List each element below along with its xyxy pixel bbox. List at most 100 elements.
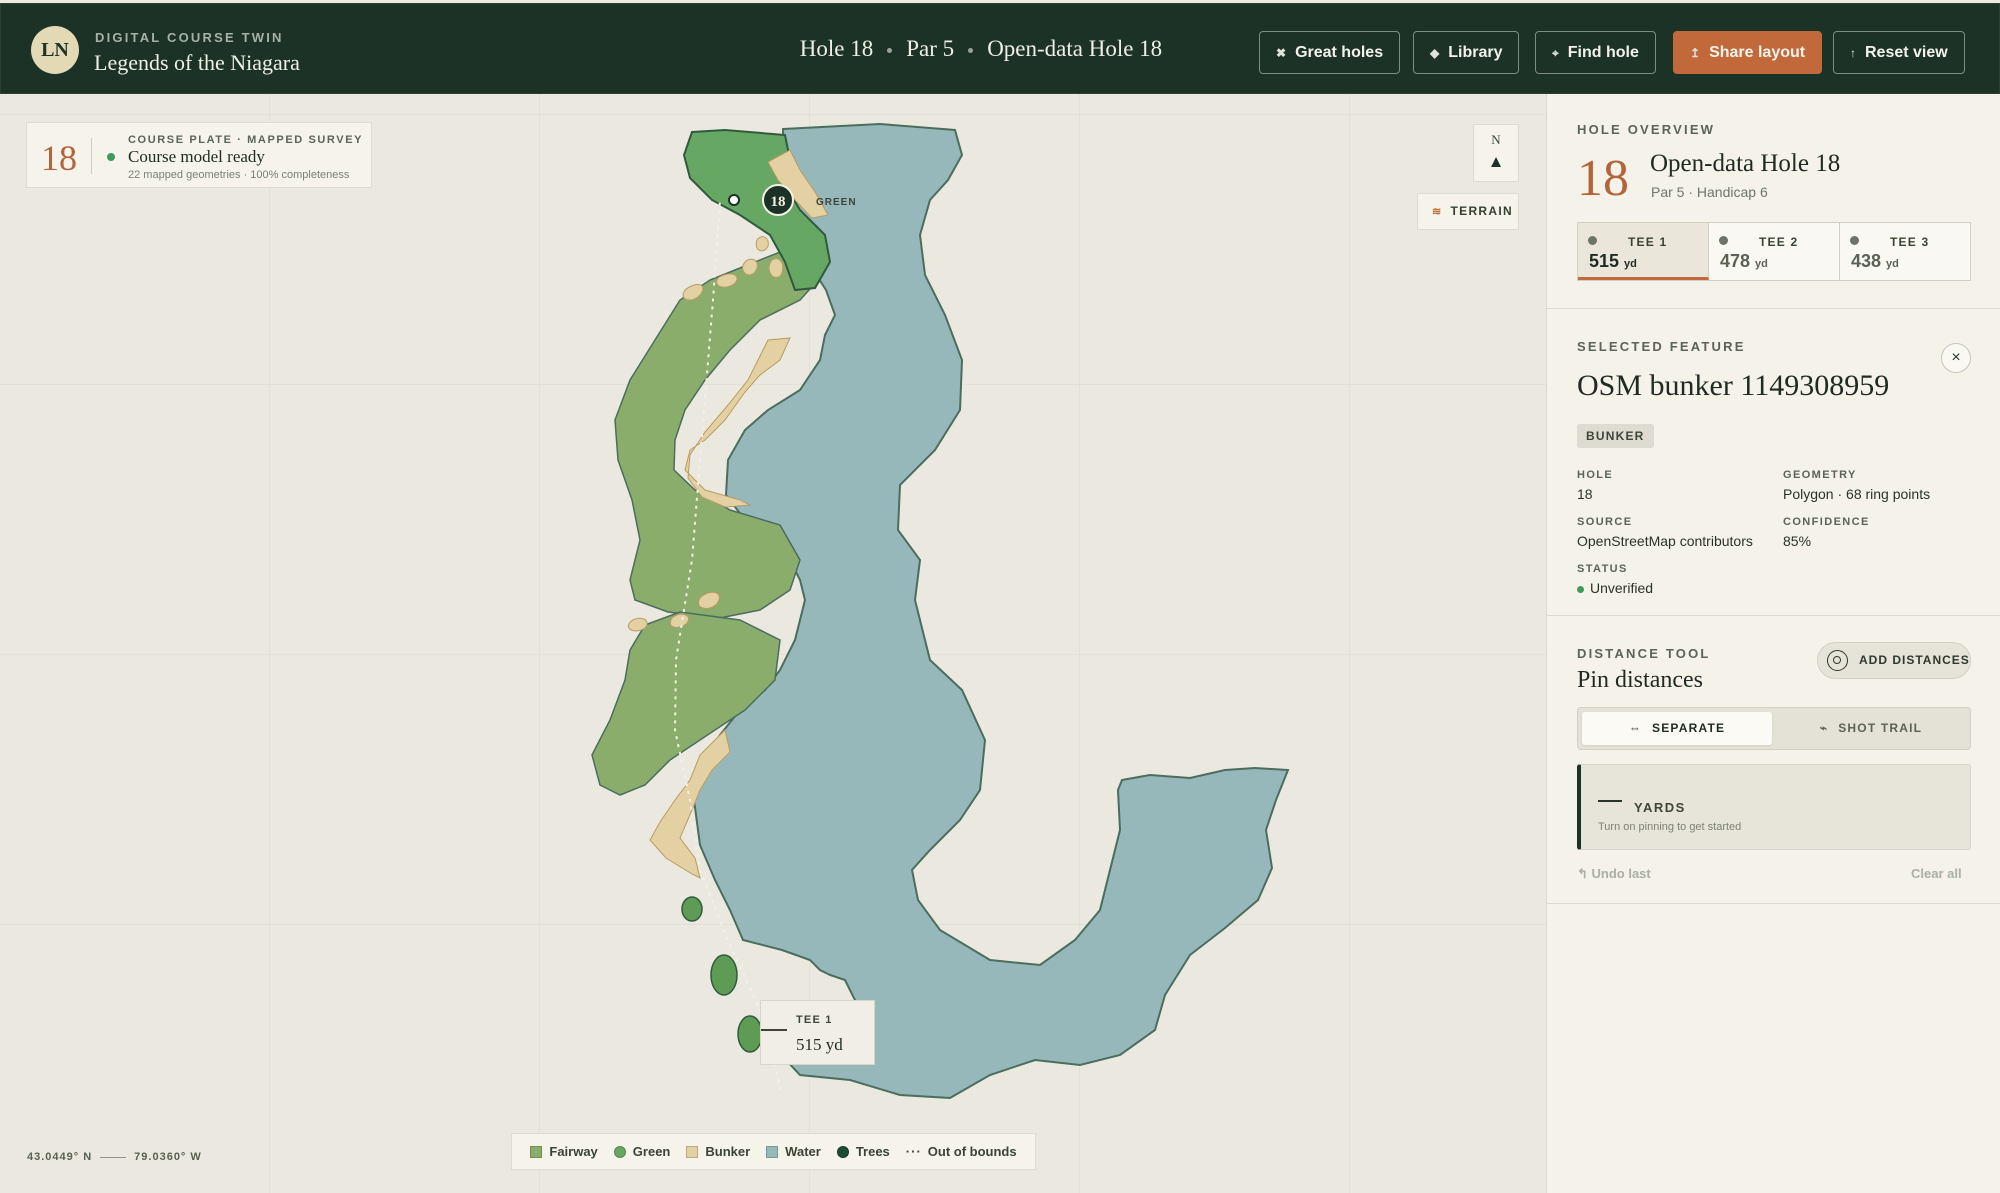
par-label: Par 5 [906, 36, 955, 61]
selected-feature-section: SELECTED FEATURE × OSM bunker 1149308959… [1547, 309, 2000, 616]
share-icon: ↥ [1690, 46, 1701, 60]
status-value: Unverified [1590, 580, 1654, 596]
distance-tool-eyebrow: DISTANCE TOOL [1577, 646, 1711, 661]
overview-hole-sub: Par 5 · Handicap 6 [1651, 184, 1768, 200]
tee-callout[interactable]: TEE 1 515 yd [760, 1000, 875, 1065]
bunker[interactable] [628, 617, 648, 632]
plate-status: Course model ready [128, 147, 265, 166]
feature-geometry-field: GEOMETRY Polygon · 68 ring points [1783, 469, 1930, 502]
legend-item-water: Water [766, 1144, 821, 1159]
terrain-toggle-button[interactable]: ≋ TERRAIN [1417, 193, 1519, 230]
yards-label: YARDS [1634, 800, 1686, 815]
tee-option-1[interactable]: TEE 1 515 yd [1578, 223, 1709, 280]
plate-divider [91, 138, 92, 174]
north-label: N [1491, 132, 1501, 147]
terrain-icon: ≋ [1432, 206, 1443, 218]
feature-confidence-field: CONFIDENCE 85% [1783, 516, 1870, 549]
feature-type-badge: BUNKER [1577, 424, 1654, 448]
longitude: 79.0360° W [134, 1151, 202, 1163]
mode-shot-trail[interactable]: ⌁ SHOT TRAIL [1776, 712, 1966, 745]
bunker[interactable] [755, 236, 769, 252]
bunker-swatch [686, 1145, 699, 1158]
add-distances-label: ADD DISTANCES [1859, 653, 1970, 667]
tee-yardage: 515 yd [1589, 251, 1637, 271]
hole-name-label: Open-data Hole 18 [987, 36, 1163, 61]
clear-all-button[interactable]: Clear all [1911, 866, 1962, 881]
arrow-up-icon: ↑ [1850, 46, 1856, 60]
tee-option-2[interactable]: TEE 2 478 yd [1709, 223, 1840, 280]
field-value: OpenStreetMap contributors [1577, 533, 1753, 549]
reset-view-button[interactable]: ↑ Reset view [1833, 31, 1965, 74]
tee-marker-icon [1850, 236, 1859, 245]
field-value: Unverified [1577, 580, 1653, 596]
terrain-label: TERRAIN [1450, 204, 1513, 218]
share-layout-button[interactable]: ↥ Share layout [1673, 31, 1823, 74]
tee-marker-icon [1719, 236, 1728, 245]
tee-yardage: 438 yd [1851, 251, 1899, 271]
green-swatch [613, 1145, 626, 1158]
hole-overview-eyebrow: HOLE OVERVIEW [1577, 122, 1716, 137]
plate-eyebrow: COURSE PLATE · MAPPED SURVEY [128, 134, 364, 146]
legend-label: Green [632, 1144, 671, 1159]
add-distances-button[interactable]: ADD DISTANCES [1817, 642, 1971, 679]
yards-hint: Turn on pinning to get started [1598, 821, 1742, 833]
feature-title: OSM bunker 1149308959 [1577, 369, 1890, 402]
tee-callout-value: 515 yd [796, 1035, 843, 1054]
bunker[interactable] [768, 258, 784, 278]
hole-overview-section: HOLE OVERVIEW 18 Open-data Hole 18 Par 5… [1547, 94, 2000, 309]
ready-status-dot [107, 153, 115, 161]
trees-swatch [836, 1145, 849, 1158]
tee-name: TEE 2 [1759, 235, 1799, 249]
map-coordinates: 43.0449° N 79.0360° W [27, 1151, 202, 1163]
yards-empty-dash [1598, 800, 1622, 802]
field-label: GEOMETRY [1783, 469, 1857, 481]
field-value: 18 [1577, 486, 1593, 502]
green-label: GREEN [816, 197, 857, 208]
undo-last-button[interactable]: ↰ Undo last [1577, 866, 1651, 882]
separator-dot [887, 48, 893, 54]
north-indicator[interactable]: N ▲ [1473, 124, 1519, 182]
tee-name: TEE 3 [1890, 235, 1930, 249]
great-holes-button[interactable]: ✖ Great holes [1259, 31, 1401, 74]
tee-name: TEE 1 [1628, 235, 1668, 249]
mode-separate[interactable]: ⇔ SEPARATE [1582, 712, 1772, 745]
great-holes-label: Great holes [1295, 44, 1384, 61]
tree-cluster[interactable] [710, 954, 738, 996]
course-map[interactable]: 18 GREEN 18 COURSE PLATE · MAPPED SURVEY… [0, 94, 1546, 1193]
tee-marker-icon [1588, 236, 1597, 245]
tee-option-3[interactable]: TEE 3 438 yd [1840, 223, 1970, 280]
feature-status-field: STATUS Unverified [1577, 563, 1653, 596]
legend-label: Fairway [549, 1144, 598, 1159]
tree-cluster[interactable] [681, 896, 703, 922]
field-label: CONFIDENCE [1783, 516, 1870, 528]
callout-leader-line [761, 1029, 787, 1031]
library-button[interactable]: ◆ Library [1413, 31, 1520, 74]
field-label: HOLE [1577, 469, 1614, 481]
find-hole-button[interactable]: ⌖ Find hole [1535, 31, 1656, 74]
close-feature-button[interactable]: × [1941, 343, 1971, 373]
out-of-bounds-dots-icon: ··· [905, 1144, 922, 1159]
legend-item-bunker: Bunker [686, 1144, 750, 1159]
course-name: Legends of the Niagara [94, 50, 300, 75]
field-value: Polygon · 68 ring points [1783, 486, 1931, 502]
library-label: Library [1448, 44, 1503, 61]
legend-label: Bunker [705, 1144, 751, 1159]
yards-readout: YARDS Turn on pinning to get started [1577, 764, 1971, 850]
overview-hole-number: 18 [1577, 150, 1629, 207]
feature-source-field: SOURCE OpenStreetMap contributors [1577, 516, 1753, 549]
trail-icon: ⌁ [1819, 721, 1829, 735]
legend-item-green: Green [613, 1144, 671, 1159]
legend-label: Trees [855, 1144, 890, 1159]
crosshair-icon: ⌖ [1552, 46, 1559, 60]
tee-selector: TEE 1 515 yd TEE 2 478 yd TEE 3 438 yd [1577, 222, 1971, 281]
hole-badge-number: 18 [771, 194, 786, 210]
plate-subtext: 22 mapped geometries · 100% completeness [128, 169, 350, 181]
tree-cluster[interactable] [737, 1015, 763, 1053]
pin-marker[interactable] [728, 194, 740, 206]
latitude: 43.0449° N [27, 1151, 93, 1163]
water-swatch [766, 1145, 779, 1158]
tee-callout-label: TEE 1 [796, 1014, 833, 1026]
legend-label: Out of bounds [927, 1144, 1017, 1159]
close-icon: × [1951, 349, 1961, 366]
reset-view-label: Reset view [1865, 44, 1948, 61]
